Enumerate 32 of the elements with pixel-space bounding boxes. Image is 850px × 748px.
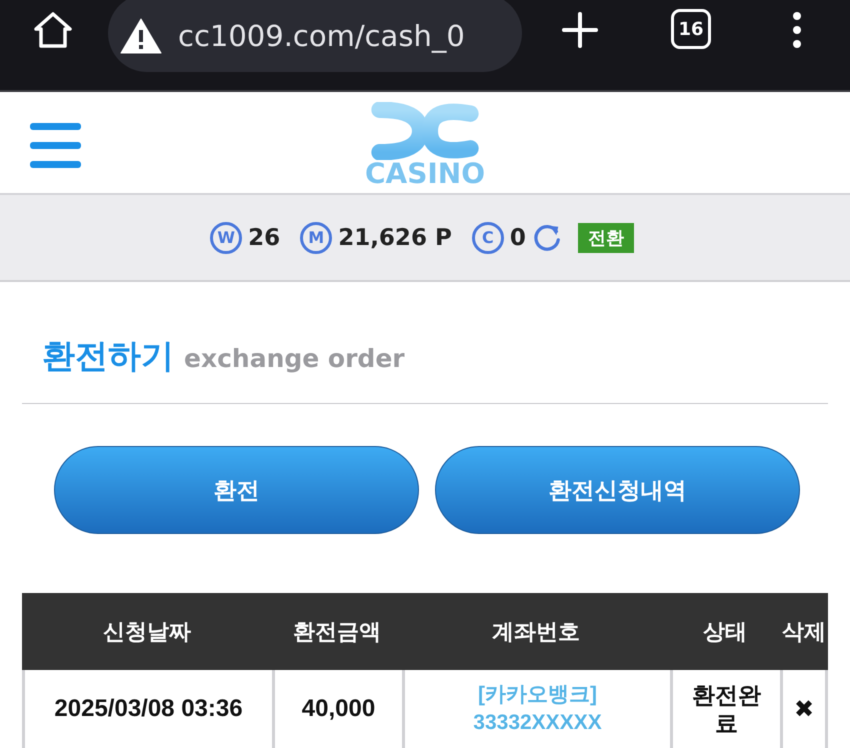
menu-icon[interactable] [30, 122, 81, 168]
column-header: 상태 [702, 618, 748, 646]
address-bar[interactable]: cc1009.com/cash_0 [108, 0, 522, 72]
plus-icon[interactable] [562, 12, 598, 48]
balance-value: 21,626 P [338, 224, 452, 250]
bank-name: [카카오뱅크] [478, 682, 597, 708]
url-text: cc1009.com/cash_0 [178, 19, 465, 53]
convert-button[interactable]: 전환 [578, 222, 634, 252]
table-cell: 2025/03/08 03:36 [22, 670, 272, 748]
currency-badge: M [300, 222, 332, 254]
tab-count-button[interactable]: 16 [671, 9, 711, 49]
table-cell: 환전완료 [670, 670, 780, 748]
logo-text[interactable]: CASINO [364, 160, 486, 188]
home-icon[interactable] [33, 11, 73, 49]
column-header: 신청날짜 [102, 618, 192, 646]
column-header: 삭제 [781, 618, 827, 646]
currency-badge: C [472, 222, 504, 254]
exchange-button[interactable]: 환전 [54, 446, 419, 534]
warning-icon[interactable] [120, 18, 162, 54]
currency-badge: W [210, 222, 242, 254]
page-subtitle: exchange order [184, 344, 405, 373]
exchange-history-button[interactable]: 환전신청내역 [435, 446, 800, 534]
account-number: 33332XXXXX [473, 710, 602, 736]
delete-button[interactable]: ✖ [794, 695, 814, 723]
refresh-icon[interactable] [532, 222, 562, 252]
column-header: 계좌번호 [491, 618, 581, 646]
more-icon[interactable] [792, 12, 802, 48]
balance-value: 26 [248, 224, 280, 250]
table-cell: 40,000 [272, 670, 402, 748]
balance-value: 0 [510, 224, 526, 250]
column-header: 환전금액 [292, 618, 382, 646]
page-title: 환전하기 [42, 335, 174, 377]
